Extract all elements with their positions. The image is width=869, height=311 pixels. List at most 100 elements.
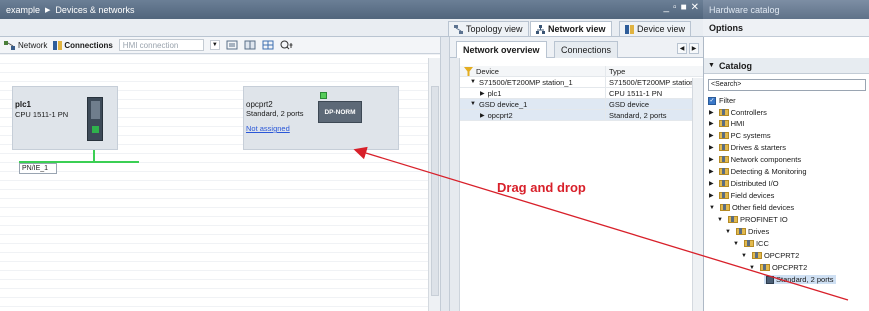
hardware-catalog-pane: ▼ Catalog <Search> ✓ Filter ▶ Controllers…	[703, 37, 869, 311]
canvas-scrollbar[interactable]	[428, 58, 440, 311]
catalog-item-drives-starters[interactable]: ▶ Drives & starters	[709, 143, 786, 152]
expand-down-icon: ▼	[749, 264, 755, 271]
catalog-item-controllers[interactable]: ▶ Controllers	[709, 108, 767, 117]
table-header-row: Device Type	[460, 66, 703, 77]
folder-icon	[735, 228, 746, 235]
tab-network-label: Network view	[548, 24, 606, 34]
catalog-item-icc[interactable]: ▼ ICC	[733, 239, 769, 248]
overview-scrollbar[interactable]	[692, 78, 703, 311]
chevron-down-icon[interactable]: ▼	[209, 40, 220, 50]
catalog-item-label: Other field devices	[731, 203, 795, 212]
chevron-right-icon[interactable]: ▶	[689, 43, 699, 54]
catalog-item-distributed-io[interactable]: ▶ Distributed I/O	[709, 179, 779, 188]
folder-icon	[718, 192, 729, 199]
expand-right-icon: ▶	[709, 157, 714, 163]
expand-right-icon: ▶	[709, 133, 714, 139]
table-row[interactable]: ▶ opcprt2 Standard, 2 ports	[460, 110, 703, 121]
expand-right-icon[interactable]: ▶	[480, 112, 485, 119]
zoom-icon[interactable]	[280, 40, 294, 50]
connections-icon	[53, 40, 63, 50]
catalog-item-standard-2-ports[interactable]: Standard, 2 ports	[764, 275, 836, 284]
tab-device-view[interactable]: Device view	[619, 21, 692, 36]
catalog-header[interactable]: ▼ Catalog	[704, 58, 869, 74]
connections-button[interactable]: Connections	[53, 40, 113, 50]
tab-network-view[interactable]: Network view	[530, 21, 612, 36]
port-indicator-icon	[320, 92, 327, 99]
filter-icon	[464, 66, 473, 76]
drag-and-drop-annotation: Drag and drop	[497, 180, 586, 195]
tab-scroll-arrows: ◀ ▶	[677, 43, 699, 54]
subnet-label[interactable]: PN/IE_1	[19, 163, 57, 174]
folder-icon	[759, 264, 770, 271]
catalog-title: Catalog	[718, 60, 752, 71]
network-button[interactable]: Network	[4, 40, 47, 50]
catalog-search-input[interactable]: <Search>	[708, 79, 866, 91]
catalog-item-network-components[interactable]: ▶ Network components	[709, 155, 801, 164]
grid-tool-icon[interactable]	[262, 40, 274, 50]
options-header[interactable]: Options	[703, 19, 869, 37]
expand-down-icon[interactable]: ▼	[470, 101, 476, 107]
table-tool-icon[interactable]	[244, 40, 256, 50]
tab-network-overview[interactable]: Network overview	[456, 41, 547, 58]
not-assigned-link[interactable]: Not assigned	[246, 124, 290, 133]
row-type: CPU 1511-1 PN	[605, 88, 703, 98]
catalog-item-label: Drives	[747, 227, 770, 236]
overview-tabs-bar: Network overview Connections ◀ ▶	[450, 37, 703, 58]
expand-down-icon: ▼	[725, 228, 731, 235]
filter-checkbox[interactable]: ✓ Filter	[708, 96, 736, 105]
scrollbar-thumb[interactable]	[431, 86, 439, 296]
catalog-item-label: PC systems	[730, 131, 771, 140]
maximize-icon[interactable]: ■	[681, 2, 687, 13]
device-header-label: Device	[476, 66, 499, 76]
gsd-device-type: Standard, 2 ports	[246, 109, 304, 118]
chevron-left-icon[interactable]: ◀	[677, 43, 687, 54]
catalog-item-field-devices[interactable]: ▶ Field devices	[709, 191, 774, 200]
network-icon	[536, 24, 545, 34]
restore-icon[interactable]: ▫	[673, 2, 677, 13]
close-icon[interactable]: ✕	[691, 2, 699, 13]
connections-button-label: Connections	[64, 40, 113, 50]
row-type: GSD device	[605, 99, 703, 109]
folder-icon	[718, 132, 729, 139]
chevron-down-icon: ▼	[708, 62, 715, 69]
topology-tool-icon[interactable]	[226, 40, 238, 50]
catalog-item-pc-systems[interactable]: ▶ PC systems	[709, 131, 771, 140]
plc-type: CPU 1511-1 PN	[15, 110, 69, 119]
type-column-header[interactable]: Type	[605, 66, 703, 76]
table-row[interactable]: ▼ S71500/ET200MP station_1 S71500/ET200MP…	[460, 77, 703, 88]
catalog-item-opcprt2-sub[interactable]: ▼ OPCPRT2	[749, 263, 807, 272]
window-controls: _ ▫ ■ ✕	[663, 2, 699, 13]
hmi-connection-select[interactable]: HMI connection	[118, 39, 204, 51]
expand-down-icon: ▼	[733, 240, 739, 247]
catalog-item-profinet-io[interactable]: ▼ PROFINET IO	[717, 215, 788, 224]
expand-down-icon: ▼	[717, 216, 723, 223]
catalog-item-label: Standard, 2 ports	[776, 275, 834, 284]
network-toolbar: Network Connections HMI connection ▼	[0, 37, 440, 54]
catalog-item-other-field-devices[interactable]: ▼ Other field devices	[709, 203, 794, 212]
section-name: Devices & networks	[55, 4, 135, 15]
minimize-icon[interactable]: _	[663, 2, 669, 13]
catalog-item-label: OPCPRT2	[763, 251, 800, 260]
catalog-item-hmi[interactable]: ▶ HMI	[709, 119, 744, 128]
gsd-device-box[interactable]: opcprt2 Standard, 2 ports Not assigned D…	[243, 86, 399, 150]
pane-splitter[interactable]	[440, 37, 450, 311]
tab-connections[interactable]: Connections	[554, 41, 619, 58]
catalog-item-label: PROFINET IO	[739, 215, 788, 224]
expand-down-icon[interactable]: ▼	[470, 79, 476, 85]
topology-icon	[454, 24, 463, 34]
device-column-header[interactable]: Device	[460, 66, 605, 76]
dp-module: DP-NORM	[318, 101, 362, 123]
catalog-item-detecting-monitoring[interactable]: ▶ Detecting & Monitoring	[709, 167, 807, 176]
plc-device-box[interactable]: plc1 CPU 1511-1 PN	[12, 86, 118, 150]
catalog-item-drives[interactable]: ▼ Drives	[725, 227, 769, 236]
table-row[interactable]: ▶ plc1 CPU 1511-1 PN	[460, 88, 703, 99]
catalog-item-opcprt2[interactable]: ▼ OPCPRT2	[741, 251, 799, 260]
tab-topology-view[interactable]: Topology view	[448, 21, 529, 36]
row-device: GSD device_1	[478, 99, 528, 109]
expand-right-icon[interactable]: ▶	[480, 90, 485, 97]
catalog-item-label: HMI	[730, 119, 745, 128]
catalog-item-label: Field devices	[730, 191, 775, 200]
expand-right-icon: ▶	[709, 181, 714, 187]
table-row[interactable]: ▼ GSD device_1 GSD device	[460, 99, 703, 110]
row-header-column	[450, 58, 460, 311]
